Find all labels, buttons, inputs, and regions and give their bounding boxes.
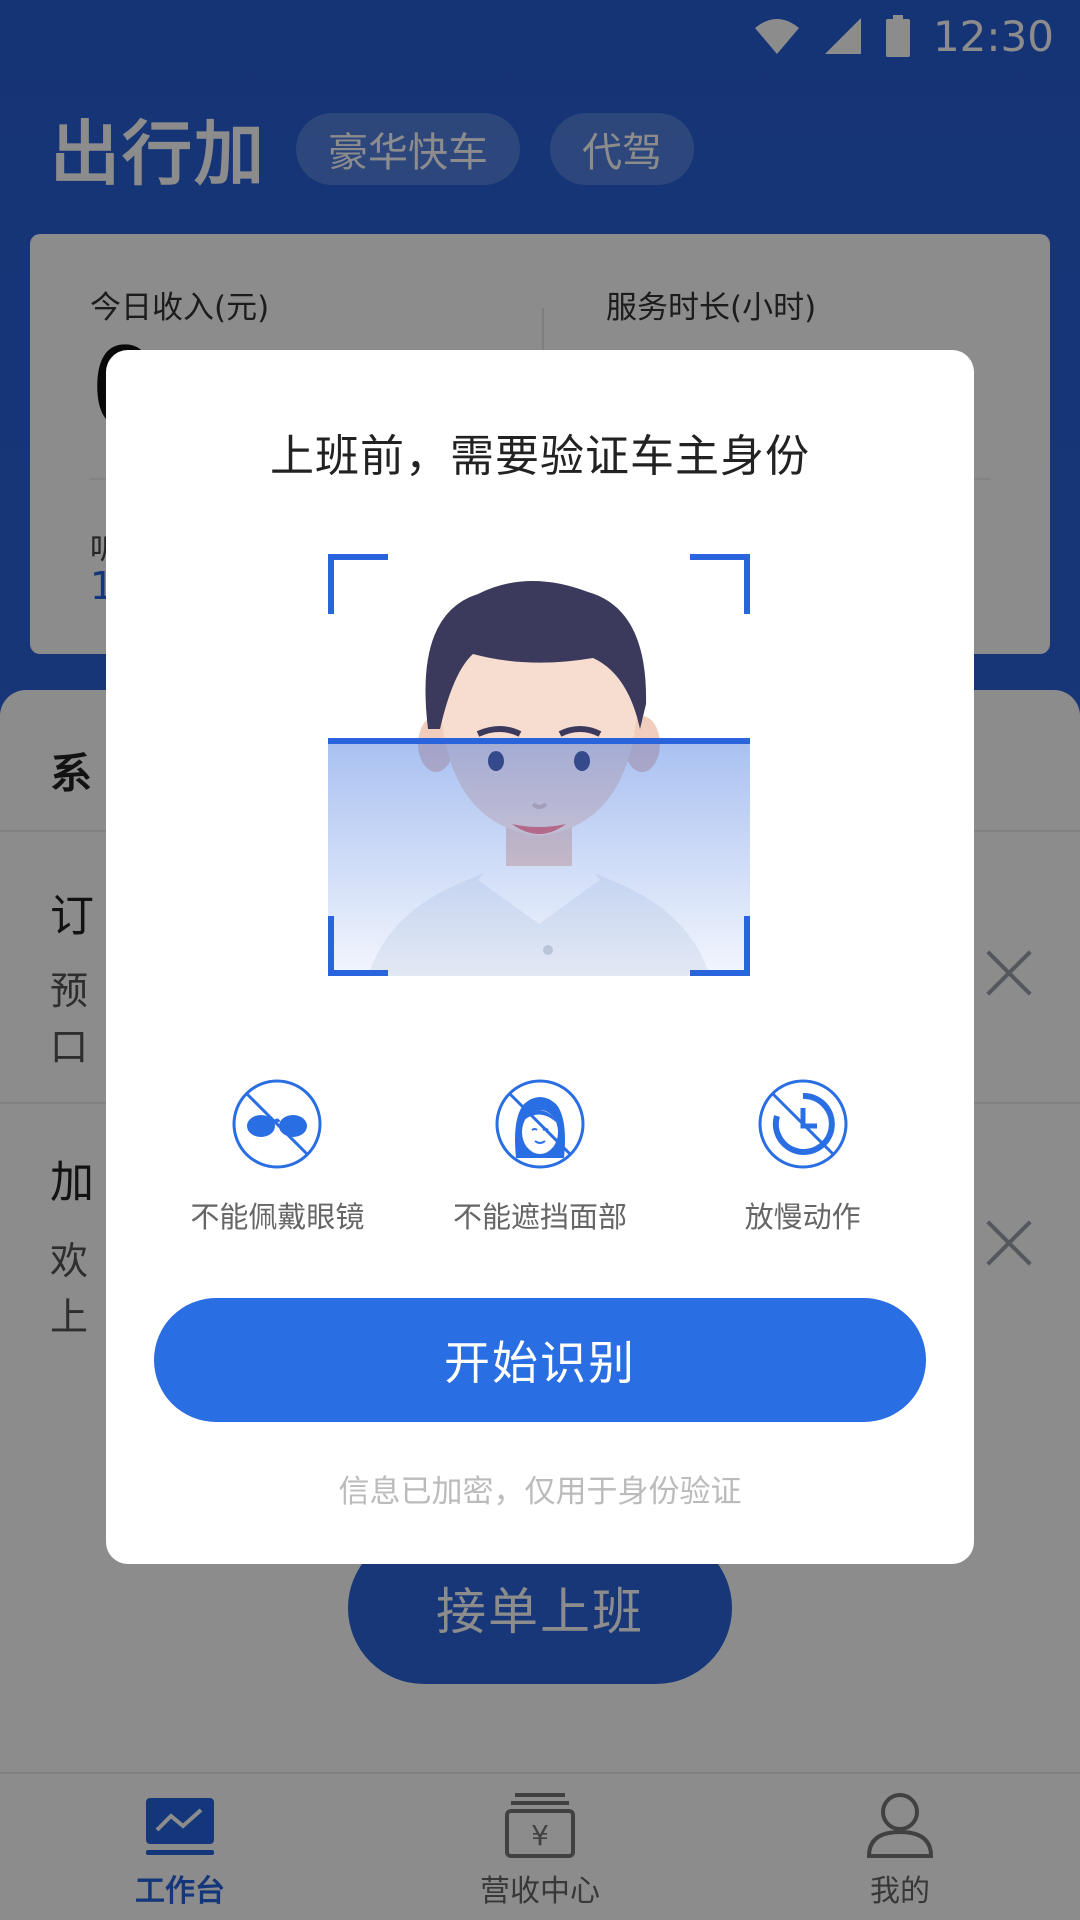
scan-line	[328, 738, 750, 744]
slow-clock-icon	[758, 1079, 848, 1169]
frame-corner	[690, 554, 750, 614]
start-recognition-button[interactable]: 开始识别	[154, 1298, 926, 1422]
tip-label: 不能遮挡面部	[452, 1200, 627, 1234]
frame-corner	[328, 554, 388, 614]
tip-label: 放慢动作	[744, 1200, 861, 1234]
dialog-title: 上班前，需要验证车主身份	[270, 431, 810, 482]
identity-verification-dialog: 上班前，需要验证车主身份 不能佩戴眼镜 不能遮挡面部 放慢动作 开始识别 信息已…	[106, 350, 974, 1564]
tip-slow-motion: 放慢动作	[688, 1078, 918, 1236]
privacy-note: 信息已加密，仅用于身份验证	[338, 1474, 742, 1510]
face-scan-frame	[328, 554, 750, 976]
tip-no-face-cover: 不能遮挡面部	[425, 1078, 655, 1236]
tips-row: 不能佩戴眼镜 不能遮挡面部 放慢动作	[106, 1078, 974, 1236]
frame-corner	[328, 916, 388, 976]
tip-no-glasses: 不能佩戴眼镜	[162, 1078, 392, 1236]
tip-label: 不能佩戴眼镜	[190, 1200, 365, 1234]
no-glasses-icon	[232, 1079, 322, 1169]
frame-corner	[690, 916, 750, 976]
no-face-cover-icon	[495, 1079, 585, 1169]
scan-glow	[328, 744, 750, 976]
